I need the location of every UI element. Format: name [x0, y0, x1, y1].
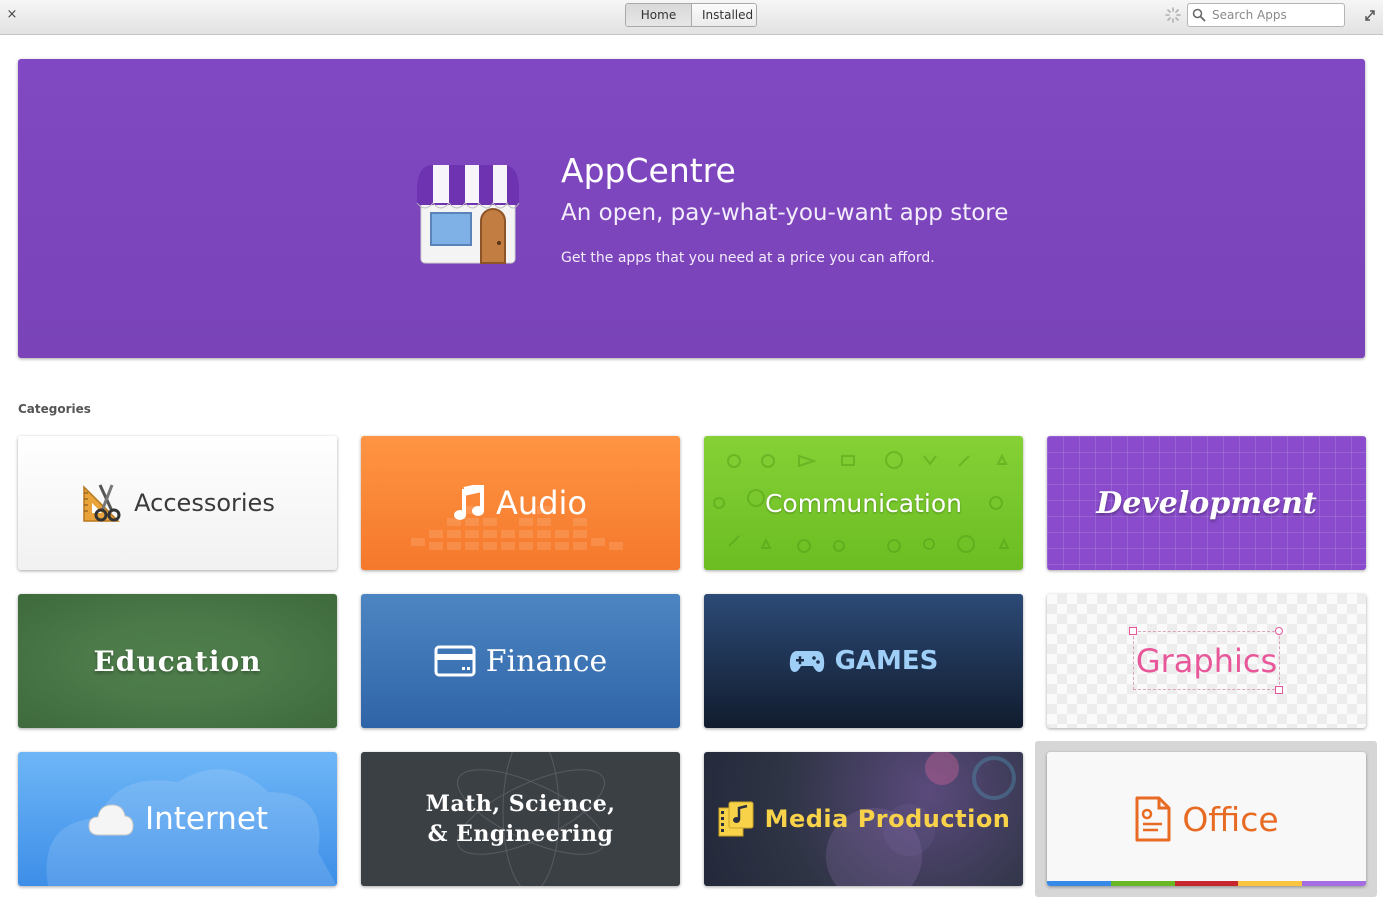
- category-label: Development: [1096, 485, 1317, 521]
- stripe-segment: [1238, 881, 1303, 886]
- selection-handle: [1275, 627, 1283, 635]
- tab-home[interactable]: Home: [626, 4, 691, 26]
- stripe-segment: [1110, 881, 1175, 886]
- banner-subtitle: An open, pay-what-you-want app store: [561, 200, 1009, 226]
- category-label: Media Production: [764, 805, 1011, 833]
- stripe-segment: [1302, 881, 1366, 886]
- category-label: GAMES: [834, 646, 939, 676]
- category-games[interactable]: GAMES: [704, 594, 1023, 728]
- document-icon: [1134, 795, 1172, 843]
- tab-installed[interactable]: Installed: [691, 4, 756, 26]
- category-label: Audio: [496, 484, 587, 522]
- gamepad-icon: [789, 648, 825, 674]
- cloud-icon: [87, 801, 135, 837]
- office-color-stripe: [1047, 881, 1366, 886]
- banner-title: AppCentre: [561, 151, 736, 190]
- category-label: Education: [93, 644, 262, 678]
- category-finance[interactable]: Finance: [361, 594, 680, 728]
- category-accessories[interactable]: Accessories: [18, 436, 337, 570]
- category-math-science-engineering[interactable]: Math, Science, & Engineering: [361, 752, 680, 886]
- category-audio[interactable]: Audio: [361, 436, 680, 570]
- category-label: Finance: [485, 643, 608, 679]
- category-communication[interactable]: Communication: [704, 436, 1023, 570]
- search-input[interactable]: [1212, 8, 1332, 22]
- stripe-segment: [1174, 881, 1239, 886]
- category-label: Graphics: [1135, 642, 1278, 680]
- category-internet[interactable]: Internet: [18, 752, 337, 886]
- close-window-button[interactable]: ×: [5, 6, 19, 24]
- categories-heading: Categories: [18, 402, 91, 416]
- category-graphics[interactable]: Graphics: [1047, 594, 1366, 728]
- scissors-ruler-icon: [80, 481, 124, 525]
- header-bar: × Home Installed: [0, 0, 1383, 35]
- credit-card-icon: [434, 645, 476, 677]
- stripe-segment: [1047, 881, 1111, 886]
- loading-spinner-icon: [1164, 6, 1182, 24]
- category-label: Communication: [764, 488, 963, 518]
- category-development[interactable]: Development: [1047, 436, 1366, 570]
- search-field[interactable]: [1187, 3, 1345, 27]
- category-office[interactable]: Office: [1047, 752, 1366, 886]
- featured-banner[interactable]: AppCentre An open, pay-what-you-want app…: [18, 59, 1365, 358]
- category-label: Internet: [144, 801, 269, 837]
- category-label: Office: [1182, 799, 1279, 839]
- category-media-production[interactable]: Media Production: [704, 752, 1023, 886]
- selection-handle: [1129, 627, 1137, 635]
- expand-arrows-icon[interactable]: [1363, 6, 1377, 24]
- selection-handle: [1275, 686, 1283, 694]
- category-education[interactable]: Education: [18, 594, 337, 728]
- music-note-icon: [454, 485, 486, 521]
- category-label: Accessories: [134, 489, 275, 517]
- category-label: Math, Science, & Engineering: [425, 791, 616, 847]
- storefront-icon: [413, 157, 523, 267]
- film-music-icon: [717, 800, 755, 838]
- view-mode-switcher: Home Installed: [625, 3, 757, 27]
- search-icon: [1192, 8, 1206, 22]
- banner-description: Get the apps that you need at a price yo…: [561, 250, 935, 266]
